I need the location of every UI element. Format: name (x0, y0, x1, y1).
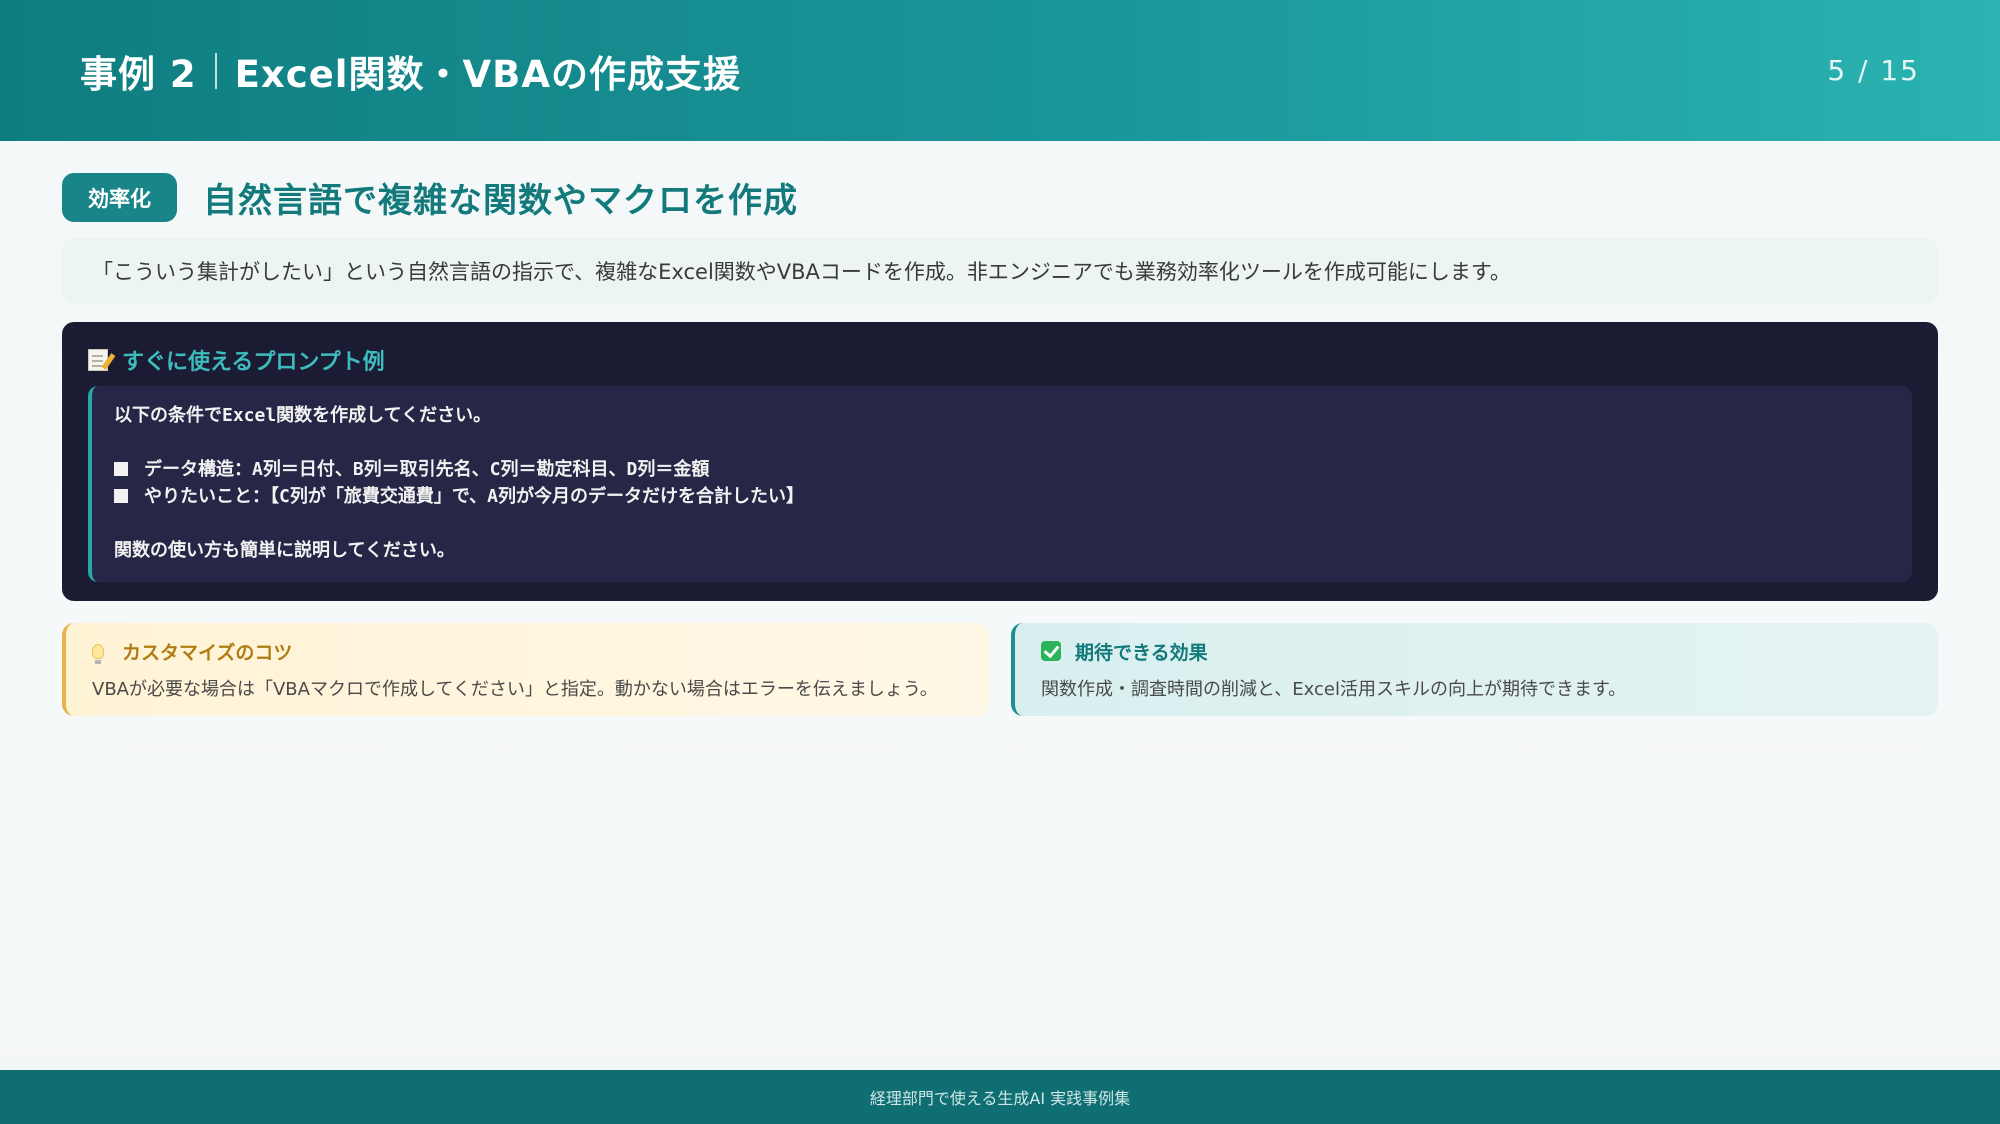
tip-text: VBAが必要な場合は「VBAマクロで作成してください」と指定。動かない場合はエラ… (92, 679, 938, 700)
slide-header: 事例 2 Excel関数・VBAの作成支援 5 / 15 (0, 0, 2000, 141)
square-bullet-icon (114, 489, 128, 503)
prompt-header: すぐに使えるプロンプト例 (88, 344, 385, 376)
prompt-label: すぐに使えるプロンプト例 (122, 350, 385, 375)
prompt-line: 以下の条件でExcel関数を作成してください。 (114, 405, 492, 426)
effect-header: 期待できる効果 (1041, 637, 1938, 665)
tip-title: カスタマイズのコツ (122, 641, 293, 664)
description-box: 「こういう集計がしたい」という自然言語の指示で、複雑なExcel関数やVBAコー… (62, 238, 1938, 304)
prompt-line: 関数の使い方も簡単に説明してください。 (114, 540, 455, 561)
title-divider (214, 52, 217, 89)
prompt-line-blank (114, 510, 1912, 537)
customize-tip-card: カスタマイズのコツ VBAが必要な場合は「VBAマクロで作成してください」と指定… (62, 623, 989, 716)
page-number: 5 / 15 (1827, 54, 1920, 87)
prompt-code-block[interactable]: 以下の条件でExcel関数を作成してください。 データ構造：A列＝日付、B列＝取… (88, 386, 1912, 582)
prompt-line: データ構造：A列＝日付、B列＝取引先名、C列＝勘定科目、D列＝金額 (114, 456, 1912, 483)
section-title: 自然言語で複雑な関数やマクロを作成 (203, 181, 798, 221)
slide-footer: 経理部門で使える生成AI 実践事例集 (0, 1070, 2000, 1124)
tip-header: カスタマイズのコツ (92, 637, 989, 665)
description-text: 「こういう集計がしたい」という自然言語の指示で、複雑なExcel関数やVBAコー… (92, 260, 1511, 284)
case-title: Excel関数・VBAの作成支援 (234, 52, 741, 96)
expected-effect-card: 期待できる効果 関数作成・調査時間の削減と、Excel活用スキルの向上が期待でき… (1011, 623, 1938, 716)
prompt-example-card: すぐに使えるプロンプト例 以下の条件でExcel関数を作成してください。 データ… (62, 322, 1938, 601)
square-bullet-icon (114, 462, 128, 476)
memo-icon (88, 349, 108, 371)
prompt-line-blank (114, 429, 1912, 456)
effect-text: 関数作成・調査時間の削減と、Excel活用スキルの向上が期待できます。 (1041, 679, 1627, 700)
category-badge: 効率化 (62, 173, 177, 222)
case-label: 事例 2 (80, 52, 197, 96)
footer-text: 経理部門で使える生成AI 実践事例集 (869, 1089, 1131, 1108)
section-heading: 効率化 自然言語で複雑な関数やマクロを作成 (62, 173, 798, 222)
slide-title: 事例 2 Excel関数・VBAの作成支援 (80, 44, 741, 98)
check-icon (1041, 641, 1061, 661)
prompt-line: やりたいこと：【C列が「旅費交通費」で、A列が今月のデータだけを合計したい】 (114, 483, 1912, 510)
bulb-icon (92, 643, 104, 664)
effect-title: 期待できる効果 (1075, 641, 1208, 664)
